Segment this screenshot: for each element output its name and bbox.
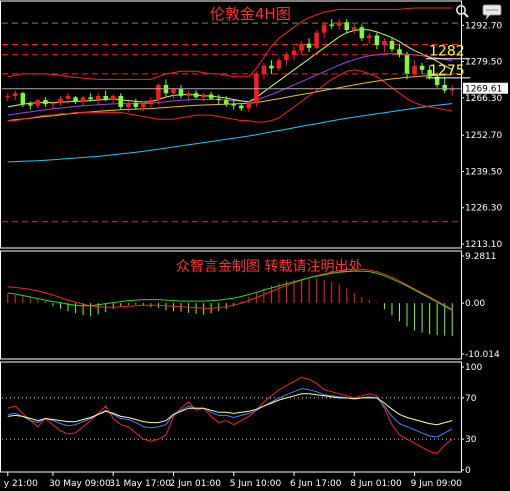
x-tick-label: 9 Jun 09:00 — [411, 479, 463, 489]
candle-body — [148, 100, 154, 105]
macd-tick-label: 0.00 — [465, 299, 485, 309]
candle-body — [73, 97, 78, 102]
level-label: 1282 — [429, 44, 465, 60]
candle-body — [397, 49, 402, 55]
x-tick-label: 30 May 09:00 — [49, 479, 111, 489]
candle-body — [412, 65, 417, 74]
candle-body — [171, 89, 176, 94]
candle-body — [336, 22, 342, 26]
candle-body — [186, 93, 191, 96]
candle-body — [80, 97, 86, 102]
osc-tick-label: 0 — [465, 466, 471, 476]
candle-body — [223, 100, 229, 105]
candle-body — [35, 100, 41, 106]
candle-body — [442, 84, 447, 91]
candle-body — [239, 105, 244, 109]
candle-body — [306, 43, 312, 48]
x-tick-label: 6 Jun 17:00 — [290, 479, 342, 489]
candle-body — [110, 95, 116, 101]
y-tick-label: 1292.70 — [465, 21, 502, 31]
candle-body — [50, 102, 56, 105]
candle-body — [314, 32, 319, 48]
candle-body — [261, 65, 267, 74]
y-tick-label: 1279.50 — [465, 58, 502, 68]
candle-body — [246, 102, 252, 109]
osc-tick-label: 70 — [465, 394, 477, 404]
candle-body — [382, 40, 387, 46]
candle-body — [126, 102, 131, 107]
candle-body — [359, 27, 365, 39]
x-tick-label: 8 Jun 01:00 — [350, 479, 402, 489]
chart: 伦敦金4H图 众智言金制图 转载请注明出处 12821275 1292.7012… — [0, 0, 510, 491]
x-tick-label: 31 May 17:00 — [109, 479, 171, 489]
y-tick-label: 1226.30 — [465, 204, 502, 214]
candle-body — [299, 43, 304, 51]
candle-body — [329, 24, 334, 26]
osc-tick-label: 30 — [465, 435, 477, 445]
candle-body — [367, 35, 372, 39]
candle-body — [344, 22, 350, 30]
candle-body — [95, 95, 101, 100]
candle-body — [269, 65, 274, 69]
candle-body — [156, 84, 161, 101]
candle-body — [20, 93, 26, 105]
candle-body — [374, 35, 380, 46]
x-tick-label: y 21:00 — [4, 479, 38, 489]
candle-body — [201, 94, 206, 98]
candle-body — [133, 102, 139, 107]
x-tick-label: 2 Jun 01:00 — [170, 479, 222, 489]
candle-body — [389, 40, 395, 50]
level-label: 1275 — [429, 63, 465, 79]
y-tick-label: 1213.10 — [465, 240, 502, 250]
candle-body — [65, 95, 71, 99]
current-price-label: 1269.61 — [465, 85, 502, 95]
y-tick-label: 1252.70 — [465, 131, 502, 141]
osc-tick-label: 100 — [465, 363, 482, 373]
macd-tick-label: 9.2811 — [465, 252, 497, 262]
candle-body — [276, 60, 282, 69]
candle-body — [58, 98, 63, 103]
y-tick-label: 1239.50 — [465, 167, 502, 177]
candle-body — [13, 93, 18, 96]
candle-body — [193, 93, 199, 98]
candle-body — [118, 95, 124, 107]
candle-body — [43, 100, 48, 105]
candle-body — [419, 65, 425, 70]
candle-body — [28, 104, 33, 106]
candle-body — [291, 50, 297, 55]
candle-body — [5, 95, 11, 98]
candle-body — [216, 98, 221, 101]
y-tick-label: 1266.30 — [465, 94, 502, 104]
candle-body — [103, 95, 108, 101]
candle-body — [178, 89, 184, 96]
candle-body — [208, 94, 214, 99]
chart-title: 伦敦金4H图 — [210, 5, 291, 23]
macd-tick-label: -10.014 — [465, 350, 500, 360]
candle-body — [404, 54, 410, 74]
candle-body — [284, 54, 289, 61]
x-tick-label: 5 Jun 10:00 — [230, 479, 282, 489]
candle-body — [352, 27, 357, 30]
candle-body — [231, 104, 237, 106]
candle-body — [141, 104, 146, 107]
candle-body — [321, 24, 327, 33]
candle-body — [88, 97, 93, 100]
